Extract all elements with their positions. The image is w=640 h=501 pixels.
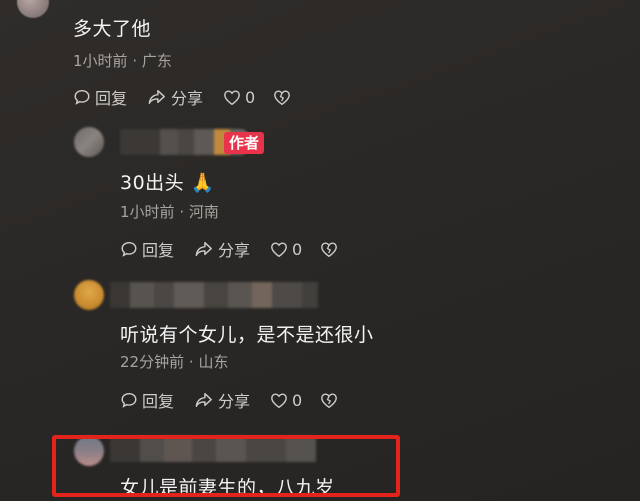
share-button[interactable]: 分享 [194,388,250,412]
comment-meta: 22分钟前 · 山东 [120,351,228,372]
avatar[interactable] [74,127,104,157]
reply-button[interactable]: 回复 [73,85,127,109]
comment-actions: 回复 分享 0 [120,237,362,261]
username-blurred[interactable] [110,282,318,308]
share-label: 分享 [218,241,251,260]
like-button[interactable]: 0 [270,240,302,259]
avatar[interactable] [17,0,49,18]
comment-location: 山东 [198,353,229,371]
avatar[interactable] [74,280,104,310]
reply-label: 回复 [95,89,128,108]
heart-icon [271,392,287,408]
comment-actions: 回复 分享 0 [73,85,315,109]
reply-label: 回复 [142,392,175,411]
dislike-button[interactable] [320,241,342,258]
comment-text: 多大了他 [73,18,152,40]
broken-heart-icon [321,241,338,257]
share-arrow-icon [195,241,212,257]
share-button[interactable]: 分享 [194,237,250,261]
highlight-box [52,435,400,497]
share-arrow-icon [195,392,212,408]
author-badge: 作者 [224,132,265,154]
share-label: 分享 [171,89,204,108]
comment-actions: 回复 分享 0 [120,388,362,412]
meta-separator: · [188,353,194,371]
reply-label: 回复 [142,241,175,260]
comment-meta: 1小时前 · 广东 [73,50,172,71]
comment-time: 1小时前 [120,203,175,221]
like-button[interactable]: 0 [223,88,255,107]
comment-bubble-icon [121,241,137,257]
comment-time: 1小时前 [73,52,128,70]
comment-location: 河南 [188,203,219,221]
like-count: 0 [245,87,256,107]
meta-separator: · [179,203,185,221]
like-button[interactable]: 0 [270,391,302,410]
share-label: 分享 [218,392,251,411]
reply-button[interactable]: 回复 [120,388,174,412]
dislike-button[interactable] [320,392,342,409]
broken-heart-icon [321,392,338,408]
reply-button[interactable]: 回复 [120,237,174,261]
comment-text: 30出头 🙏 [120,172,215,194]
comment-bubble-icon [74,89,90,105]
comment-meta: 1小时前 · 河南 [120,201,219,222]
share-button[interactable]: 分享 [147,85,203,109]
broken-heart-icon [274,89,291,105]
heart-icon [271,241,287,257]
meta-separator: · [132,52,138,70]
heart-icon [224,89,240,105]
comment-time: 22分钟前 [120,353,185,371]
share-arrow-icon [148,89,165,105]
like-count: 0 [292,239,303,259]
like-count: 0 [292,390,303,410]
comment-text: 听说有个女儿，是不是还很小 [120,324,374,346]
comment-location: 广东 [141,52,172,70]
comment-bubble-icon [121,392,137,408]
dislike-button[interactable] [273,89,295,106]
